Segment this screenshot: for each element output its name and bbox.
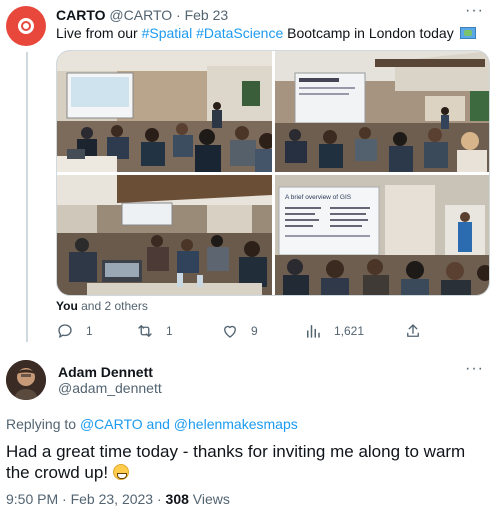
- tweet-date[interactable]: Feb 23: [185, 7, 229, 23]
- author-handle[interactable]: @CARTO: [109, 7, 172, 23]
- retweet-button[interactable]: 1: [136, 322, 173, 340]
- photo-grid: A brief overview of GIS: [56, 50, 490, 296]
- liked-by-summary[interactable]: You and 2 others: [56, 299, 148, 313]
- share-button[interactable]: [404, 322, 434, 340]
- hashtag-datascience[interactable]: #DataScience: [196, 25, 283, 41]
- photo-3[interactable]: [57, 175, 272, 295]
- like-button[interactable]: 9: [221, 322, 258, 340]
- tweet-action-bar: 1 1 9 1,621: [56, 322, 486, 342]
- heart-icon: [224, 325, 236, 338]
- adam-dennett-avatar[interactable]: [6, 360, 46, 400]
- share-icon: [407, 324, 419, 337]
- reply-text: Had a great time today - thanks for invi…: [6, 442, 466, 482]
- mention-carto[interactable]: @CARTO: [80, 416, 143, 432]
- reply-icon: [58, 324, 72, 338]
- replying-to: Replying to @CARTO and @helenmakesmaps: [6, 416, 298, 432]
- reply-author-name[interactable]: Adam Dennett: [58, 364, 153, 380]
- photo-1[interactable]: [57, 51, 272, 172]
- reply-view-count: 308: [165, 491, 189, 507]
- views-count: 1,621: [334, 324, 365, 338]
- reply-more-options-icon[interactable]: ···: [465, 360, 484, 378]
- photo-2[interactable]: [275, 51, 489, 172]
- retweet-icon: [138, 325, 152, 337]
- retweet-count: 1: [166, 324, 173, 338]
- mention-helenmakesmaps[interactable]: @helenmakesmaps: [174, 416, 298, 432]
- slide-title-text: A brief overview of GIS: [285, 194, 352, 201]
- photo-4[interactable]: A brief overview of GIS: [275, 175, 489, 295]
- analytics-icon: [307, 325, 320, 338]
- tweet-header: CARTO @CARTO · Feb 23: [56, 7, 228, 23]
- thread-line: [26, 52, 28, 342]
- tweet-text: Live from our #Spatial #DataScience Boot…: [56, 25, 476, 41]
- grinning-face-icon: [112, 464, 129, 480]
- dot-separator: ·: [176, 7, 181, 23]
- hashtag-spatial[interactable]: #Spatial: [142, 25, 193, 41]
- reply-count: 1: [86, 324, 93, 338]
- author-name[interactable]: CARTO: [56, 7, 106, 23]
- reply-button[interactable]: 1: [56, 322, 93, 340]
- views-button[interactable]: 1,621: [304, 322, 364, 340]
- carto-avatar[interactable]: [6, 6, 46, 46]
- world-map-emoji-icon: [459, 27, 476, 39]
- more-options-icon[interactable]: ···: [465, 2, 484, 20]
- like-count: 9: [251, 324, 258, 338]
- reply-author-handle[interactable]: @adam_dennett: [58, 380, 162, 396]
- reply-timestamp[interactable]: 9:50 PM · Feb 23, 2023 · 308 Views: [6, 491, 230, 507]
